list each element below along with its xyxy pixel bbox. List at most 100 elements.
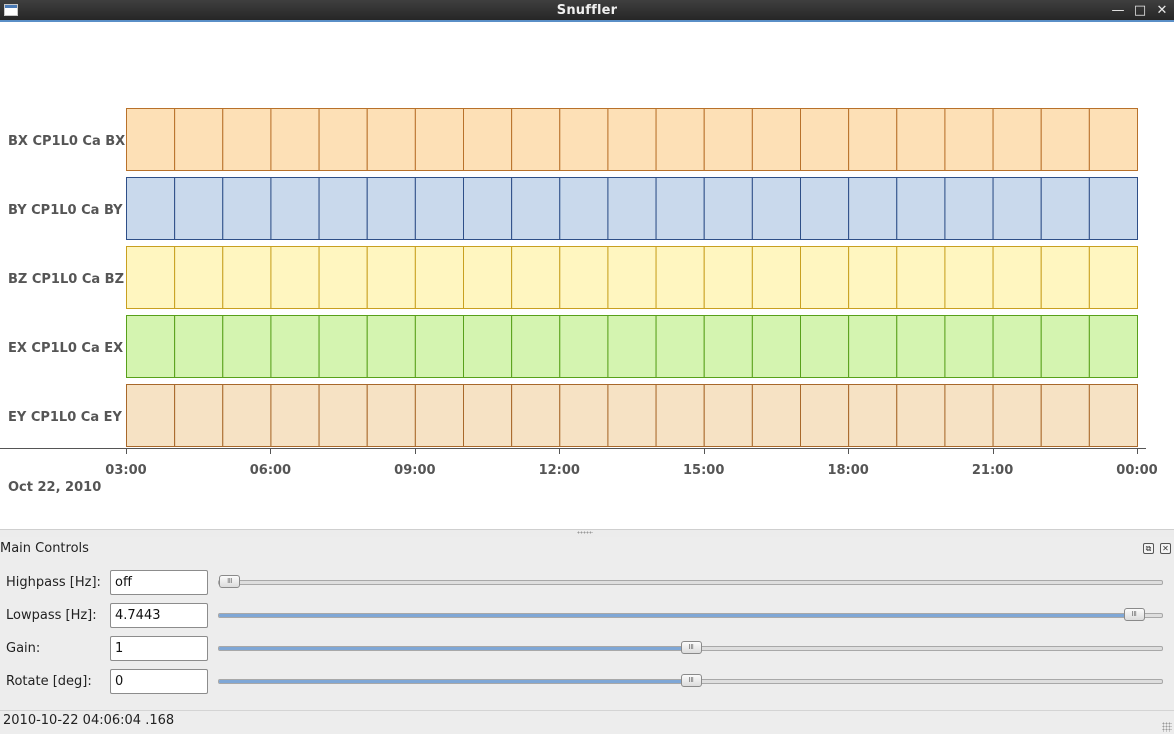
trace-segment[interactable] bbox=[703, 384, 753, 447]
trace-segment[interactable] bbox=[270, 384, 320, 447]
highpass-slider-handle[interactable]: III bbox=[219, 575, 240, 588]
trace-segment[interactable] bbox=[222, 315, 272, 378]
trace-segment[interactable] bbox=[463, 108, 513, 171]
trace-segment[interactable] bbox=[1040, 315, 1090, 378]
trace-segment[interactable] bbox=[751, 246, 801, 309]
gain-input[interactable] bbox=[110, 636, 208, 661]
trace-segment[interactable] bbox=[848, 177, 898, 240]
trace-segment[interactable] bbox=[414, 384, 465, 447]
trace-segment[interactable] bbox=[414, 177, 465, 240]
trace-segment[interactable] bbox=[270, 246, 320, 309]
trace-segment[interactable] bbox=[944, 177, 994, 240]
trace-segment[interactable] bbox=[751, 108, 801, 171]
trace-segment[interactable] bbox=[174, 177, 224, 240]
trace-segment[interactable] bbox=[1088, 246, 1139, 309]
trace-segment[interactable] bbox=[944, 246, 994, 309]
trace-segment[interactable] bbox=[848, 315, 898, 378]
trace-segment[interactable] bbox=[174, 108, 224, 171]
trace-segment[interactable] bbox=[607, 177, 657, 240]
trace-segment[interactable] bbox=[1088, 315, 1139, 378]
trace-segment[interactable] bbox=[655, 384, 705, 447]
trace-segment[interactable] bbox=[270, 315, 320, 378]
trace-segment[interactable] bbox=[463, 315, 513, 378]
trace-segment[interactable] bbox=[896, 177, 946, 240]
trace-segment[interactable] bbox=[559, 177, 609, 240]
trace-segment[interactable] bbox=[559, 384, 609, 447]
panel-splitter[interactable] bbox=[0, 529, 1174, 537]
trace-segment[interactable] bbox=[222, 108, 272, 171]
trace-segment[interactable] bbox=[414, 246, 465, 309]
trace-segment[interactable] bbox=[896, 384, 946, 447]
trace-segment[interactable] bbox=[126, 108, 176, 171]
trace-segment[interactable] bbox=[270, 108, 320, 171]
trace-segment[interactable] bbox=[511, 246, 561, 309]
gain-slider[interactable]: III bbox=[218, 641, 1163, 654]
trace-segment[interactable] bbox=[126, 246, 176, 309]
trace-segment[interactable] bbox=[800, 177, 850, 240]
trace-segment[interactable] bbox=[703, 246, 753, 309]
trace-segment[interactable] bbox=[318, 108, 368, 171]
trace-segment[interactable] bbox=[222, 177, 272, 240]
lowpass-slider[interactable]: III bbox=[218, 608, 1163, 621]
trace-segment[interactable] bbox=[800, 315, 850, 378]
trace-segment[interactable] bbox=[607, 246, 657, 309]
trace-segment[interactable] bbox=[992, 315, 1042, 378]
trace-segment[interactable] bbox=[414, 315, 465, 378]
trace-segment[interactable] bbox=[366, 246, 416, 309]
trace-segment[interactable] bbox=[1040, 108, 1090, 171]
trace-segment[interactable] bbox=[366, 384, 416, 447]
trace-segment[interactable] bbox=[511, 315, 561, 378]
trace-segment[interactable] bbox=[751, 384, 801, 447]
trace-segment[interactable] bbox=[126, 315, 176, 378]
trace-segment[interactable] bbox=[511, 108, 561, 171]
trace-segment[interactable] bbox=[944, 315, 994, 378]
trace-segment[interactable] bbox=[992, 177, 1042, 240]
trace-segment[interactable] bbox=[896, 246, 946, 309]
trace-segment[interactable] bbox=[174, 315, 224, 378]
trace-segment[interactable] bbox=[463, 384, 513, 447]
trace-segment[interactable] bbox=[944, 384, 994, 447]
trace-segment[interactable] bbox=[992, 246, 1042, 309]
trace-segment[interactable] bbox=[992, 384, 1042, 447]
trace-segment[interactable] bbox=[848, 384, 898, 447]
trace-segment[interactable] bbox=[1040, 246, 1090, 309]
trace-segment[interactable] bbox=[1088, 108, 1139, 171]
trace-segment[interactable] bbox=[655, 108, 705, 171]
trace-segment[interactable] bbox=[174, 384, 224, 447]
trace-segment[interactable] bbox=[318, 177, 368, 240]
trace-segment[interactable] bbox=[896, 315, 946, 378]
lowpass-slider-handle[interactable]: III bbox=[1123, 608, 1145, 621]
close-panel-icon[interactable]: ✕ bbox=[1160, 543, 1171, 554]
maximize-icon[interactable]: □ bbox=[1132, 3, 1148, 19]
trace-segment[interactable] bbox=[607, 108, 657, 171]
trace-segment[interactable] bbox=[944, 108, 994, 171]
trace-segment[interactable] bbox=[1088, 384, 1139, 447]
trace-segment[interactable] bbox=[1040, 384, 1090, 447]
trace-segment[interactable] bbox=[511, 177, 561, 240]
trace-segment[interactable] bbox=[414, 108, 465, 171]
close-icon[interactable]: ✕ bbox=[1154, 3, 1170, 19]
trace-segment[interactable] bbox=[559, 315, 609, 378]
trace-segment[interactable] bbox=[655, 246, 705, 309]
trace-segment[interactable] bbox=[318, 315, 368, 378]
gain-slider-handle[interactable]: III bbox=[680, 641, 702, 654]
trace-segment[interactable] bbox=[366, 108, 416, 171]
trace-segment[interactable] bbox=[463, 177, 513, 240]
trace-segment[interactable] bbox=[222, 246, 272, 309]
trace-segment[interactable] bbox=[655, 315, 705, 378]
highpass-input[interactable] bbox=[110, 570, 208, 595]
trace-segment[interactable] bbox=[1040, 177, 1090, 240]
trace-segment[interactable] bbox=[703, 108, 753, 171]
trace-segment[interactable] bbox=[559, 246, 609, 309]
highpass-slider[interactable]: III bbox=[218, 575, 1163, 588]
trace-tracks[interactable] bbox=[0, 24, 1174, 529]
trace-segment[interactable] bbox=[703, 177, 753, 240]
trace-segment[interactable] bbox=[270, 177, 320, 240]
rotate-input[interactable] bbox=[110, 669, 208, 694]
resize-grip-icon[interactable] bbox=[1162, 722, 1172, 732]
rotate-slider[interactable]: III bbox=[218, 674, 1163, 687]
splitter-grip-icon[interactable] bbox=[577, 531, 593, 534]
trace-segment[interactable] bbox=[318, 384, 368, 447]
trace-segment[interactable] bbox=[800, 246, 850, 309]
trace-viewer[interactable]: BX CP1L0 Ca BX BY CP1L0 Ca BY BZ CP1L0 C… bbox=[0, 24, 1174, 529]
